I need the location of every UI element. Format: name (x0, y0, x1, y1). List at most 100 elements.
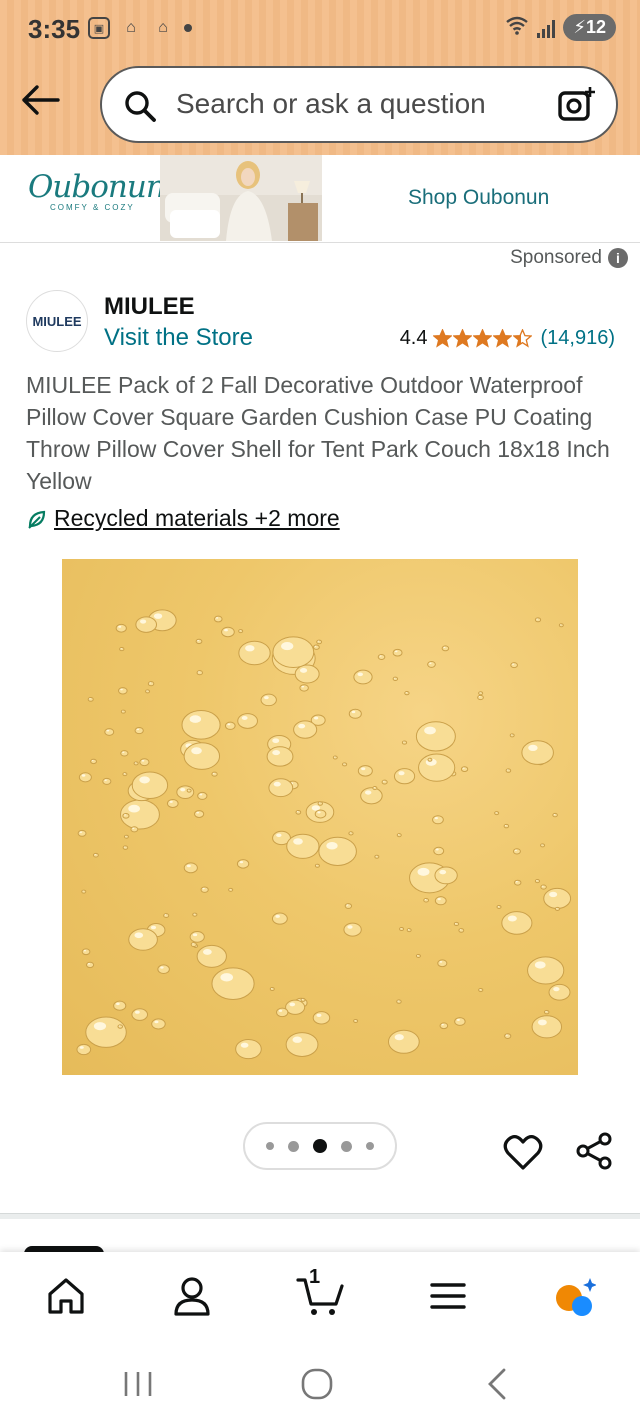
droplet (115, 623, 127, 633)
droplet (76, 1043, 92, 1056)
droplet (357, 765, 373, 777)
droplet (195, 638, 203, 645)
droplet-highlight (361, 767, 366, 771)
wishlist-heart-icon[interactable] (503, 1133, 543, 1171)
carousel-dot[interactable] (366, 1142, 374, 1150)
carousel-dot[interactable] (288, 1140, 299, 1152)
droplet (406, 928, 412, 933)
store-logo[interactable]: MIULEE (26, 290, 88, 352)
share-icon[interactable] (574, 1131, 614, 1171)
droplet (228, 887, 234, 892)
cart-button[interactable]: 1 (296, 1266, 344, 1318)
back-button[interactable] (18, 82, 62, 118)
droplet (454, 1017, 466, 1026)
droplet-highlight (398, 771, 405, 776)
recent-apps-icon[interactable] (118, 1366, 158, 1402)
droplet-highlight (299, 668, 308, 673)
product-image[interactable] (62, 559, 578, 1075)
droplet (374, 854, 380, 859)
droplet (81, 889, 87, 894)
droplet (348, 831, 354, 836)
droplet (271, 912, 288, 925)
droplet (548, 983, 571, 1001)
droplet-highlight (375, 855, 377, 857)
recycled-materials-link[interactable]: Recycled materials +2 more (54, 505, 340, 532)
droplet-highlight (347, 925, 353, 929)
menu-icon[interactable] (426, 1274, 470, 1318)
droplet (494, 811, 500, 816)
droplet (527, 956, 565, 985)
droplet (344, 903, 353, 909)
droplet-highlight (169, 800, 173, 803)
droplet-highlight (292, 1036, 303, 1043)
droplet-highlight (224, 628, 228, 632)
star-icon (472, 329, 492, 348)
search-input[interactable]: Search or ask a question (100, 66, 618, 143)
droplet-highlight (383, 780, 385, 782)
carousel-dot[interactable] (266, 1142, 274, 1150)
sponsored-banner[interactable]: Oubonun COMFY & COZY Shop Oubonun (0, 155, 640, 243)
account-icon[interactable] (170, 1274, 214, 1318)
droplet (404, 691, 410, 696)
carousel-dot[interactable] (341, 1140, 352, 1152)
droplet (286, 833, 320, 859)
droplet-highlight (515, 881, 518, 883)
carousel-dot-active[interactable] (313, 1139, 327, 1153)
cart-count: 1 (309, 1266, 321, 1288)
rating-summary[interactable]: 4.4 (14,916) (400, 327, 615, 350)
home-icon[interactable] (44, 1274, 88, 1318)
droplet-highlight (394, 650, 398, 653)
shop-brand-link[interactable]: Shop Oubonun (408, 186, 549, 210)
droplet-highlight (136, 728, 140, 731)
droplet-highlight (357, 672, 363, 677)
info-icon[interactable]: i (608, 248, 628, 268)
status-bar: 3:35 ▣ ⌂ ⌂ ⚡12 (0, 0, 640, 60)
droplet (77, 829, 87, 837)
droplet (510, 662, 518, 669)
droplet (235, 1038, 262, 1060)
rating-count[interactable]: (14,916) (541, 327, 616, 350)
droplet-highlight (124, 846, 126, 848)
droplet-highlight (455, 922, 457, 924)
droplet (238, 640, 271, 666)
droplet (266, 746, 294, 767)
rufus-assistant-icon[interactable] (552, 1274, 596, 1318)
droplet (120, 709, 126, 714)
sponsored-label[interactable]: Sponsored i (510, 247, 628, 269)
visit-store-link[interactable]: Visit the Store (104, 324, 253, 352)
droplet (194, 810, 205, 818)
battery-indicator: ⚡12 (563, 14, 616, 41)
home-circle-icon[interactable] (297, 1366, 337, 1402)
camera-search-icon[interactable] (556, 84, 598, 126)
droplet (478, 691, 484, 696)
droplet-highlight (394, 677, 396, 679)
droplet-highlight (314, 645, 317, 647)
droplet (513, 879, 522, 886)
droplet-highlight (220, 973, 234, 982)
search-icon (125, 91, 156, 122)
droplet (401, 740, 408, 745)
droplet-highlight (429, 662, 432, 665)
droplet-highlight (239, 861, 244, 864)
droplet (427, 757, 433, 762)
banner-photo (160, 155, 322, 241)
droplet (439, 1022, 449, 1030)
droplet (133, 761, 139, 766)
droplet-highlight (417, 954, 419, 956)
droplet (415, 953, 421, 958)
image-carousel-indicator[interactable] (243, 1122, 397, 1170)
droplet-highlight (139, 776, 150, 784)
droplet-highlight (198, 671, 200, 673)
system-back-icon[interactable] (478, 1366, 518, 1402)
droplet (317, 801, 324, 806)
droplet (312, 644, 320, 650)
droplet (460, 766, 469, 772)
sustainability-badge[interactable]: Recycled materials +2 more (26, 505, 340, 532)
droplet (130, 826, 139, 833)
droplet-highlight (534, 961, 546, 969)
droplet (151, 1018, 166, 1030)
droplet-highlight (104, 779, 107, 781)
droplet (552, 812, 558, 818)
droplet (269, 987, 275, 992)
droplet (434, 896, 447, 906)
